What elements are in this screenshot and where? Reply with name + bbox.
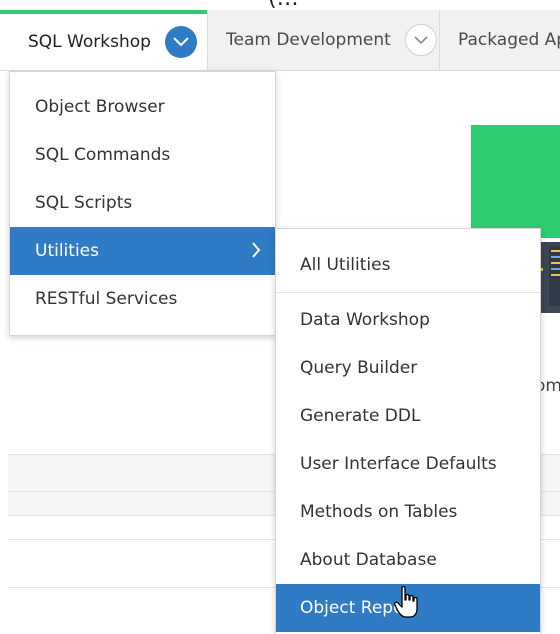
chevron-down-icon[interactable] bbox=[164, 26, 197, 58]
tab-label: SQL Workshop bbox=[28, 32, 151, 52]
menu-item-data-workshop[interactable]: Data Workshop bbox=[276, 296, 540, 344]
menu-item-query-builder[interactable]: Query Builder bbox=[276, 344, 540, 392]
chevron-right-icon bbox=[251, 242, 261, 263]
menu-item-label: Data Workshop bbox=[300, 310, 430, 330]
page-header-partial: (… bbox=[0, 0, 560, 10]
menu-item-restful-services[interactable]: RESTful Services bbox=[10, 275, 275, 323]
tab-label: Team Development bbox=[226, 30, 391, 50]
menu-item-sql-commands[interactable]: SQL Commands bbox=[10, 131, 275, 179]
header-partial-text: (… bbox=[268, 0, 299, 10]
tab-packaged-apps[interactable]: Packaged Ap bbox=[439, 10, 560, 70]
menu-item-about-database[interactable]: About Database bbox=[276, 536, 540, 584]
menu-item-label: SQL Commands bbox=[35, 145, 171, 165]
menu-item-methods-on-tables[interactable]: Methods on Tables bbox=[276, 488, 540, 536]
top-nav-tabs: SQL Workshop Team Development Packaged A… bbox=[0, 10, 560, 71]
tab-sql-workshop[interactable]: SQL Workshop bbox=[0, 10, 207, 70]
menu-item-label: User Interface Defaults bbox=[300, 454, 497, 474]
menu-item-sql-scripts[interactable]: SQL Scripts bbox=[10, 179, 275, 227]
hand-cursor-icon bbox=[394, 585, 418, 618]
menu-item-utilities[interactable]: Utilities bbox=[10, 227, 275, 275]
menu-item-label: Methods on Tables bbox=[300, 502, 458, 522]
tab-team-development[interactable]: Team Development bbox=[207, 10, 439, 70]
utilities-submenu: All Utilities Data Workshop Query Builde… bbox=[275, 228, 541, 634]
chevron-down-icon[interactable] bbox=[404, 24, 437, 56]
menu-item-label: Utilities bbox=[35, 241, 99, 261]
menu-item-label: Generate DDL bbox=[300, 406, 421, 426]
menu-item-generate-ddl[interactable]: Generate DDL bbox=[276, 392, 540, 440]
menu-item-label: Object Browser bbox=[35, 97, 165, 117]
sql-workshop-menu: Object Browser SQL Commands SQL Scripts … bbox=[9, 71, 276, 336]
menu-item-label: All Utilities bbox=[300, 255, 391, 275]
menu-item-label: RESTful Services bbox=[35, 289, 178, 309]
menu-item-label: Query Builder bbox=[300, 358, 418, 378]
menu-item-object-browser[interactable]: Object Browser bbox=[10, 83, 275, 131]
menu-item-user-interface-defaults[interactable]: User Interface Defaults bbox=[276, 440, 540, 488]
tab-label: Packaged Ap bbox=[458, 30, 560, 50]
menu-item-label: About Database bbox=[300, 550, 437, 570]
menu-item-label: Object Repo bbox=[300, 598, 404, 618]
menu-item-all-utilities[interactable]: All Utilities bbox=[276, 241, 540, 289]
menu-separator bbox=[276, 292, 540, 293]
menu-item-label: SQL Scripts bbox=[35, 193, 133, 213]
